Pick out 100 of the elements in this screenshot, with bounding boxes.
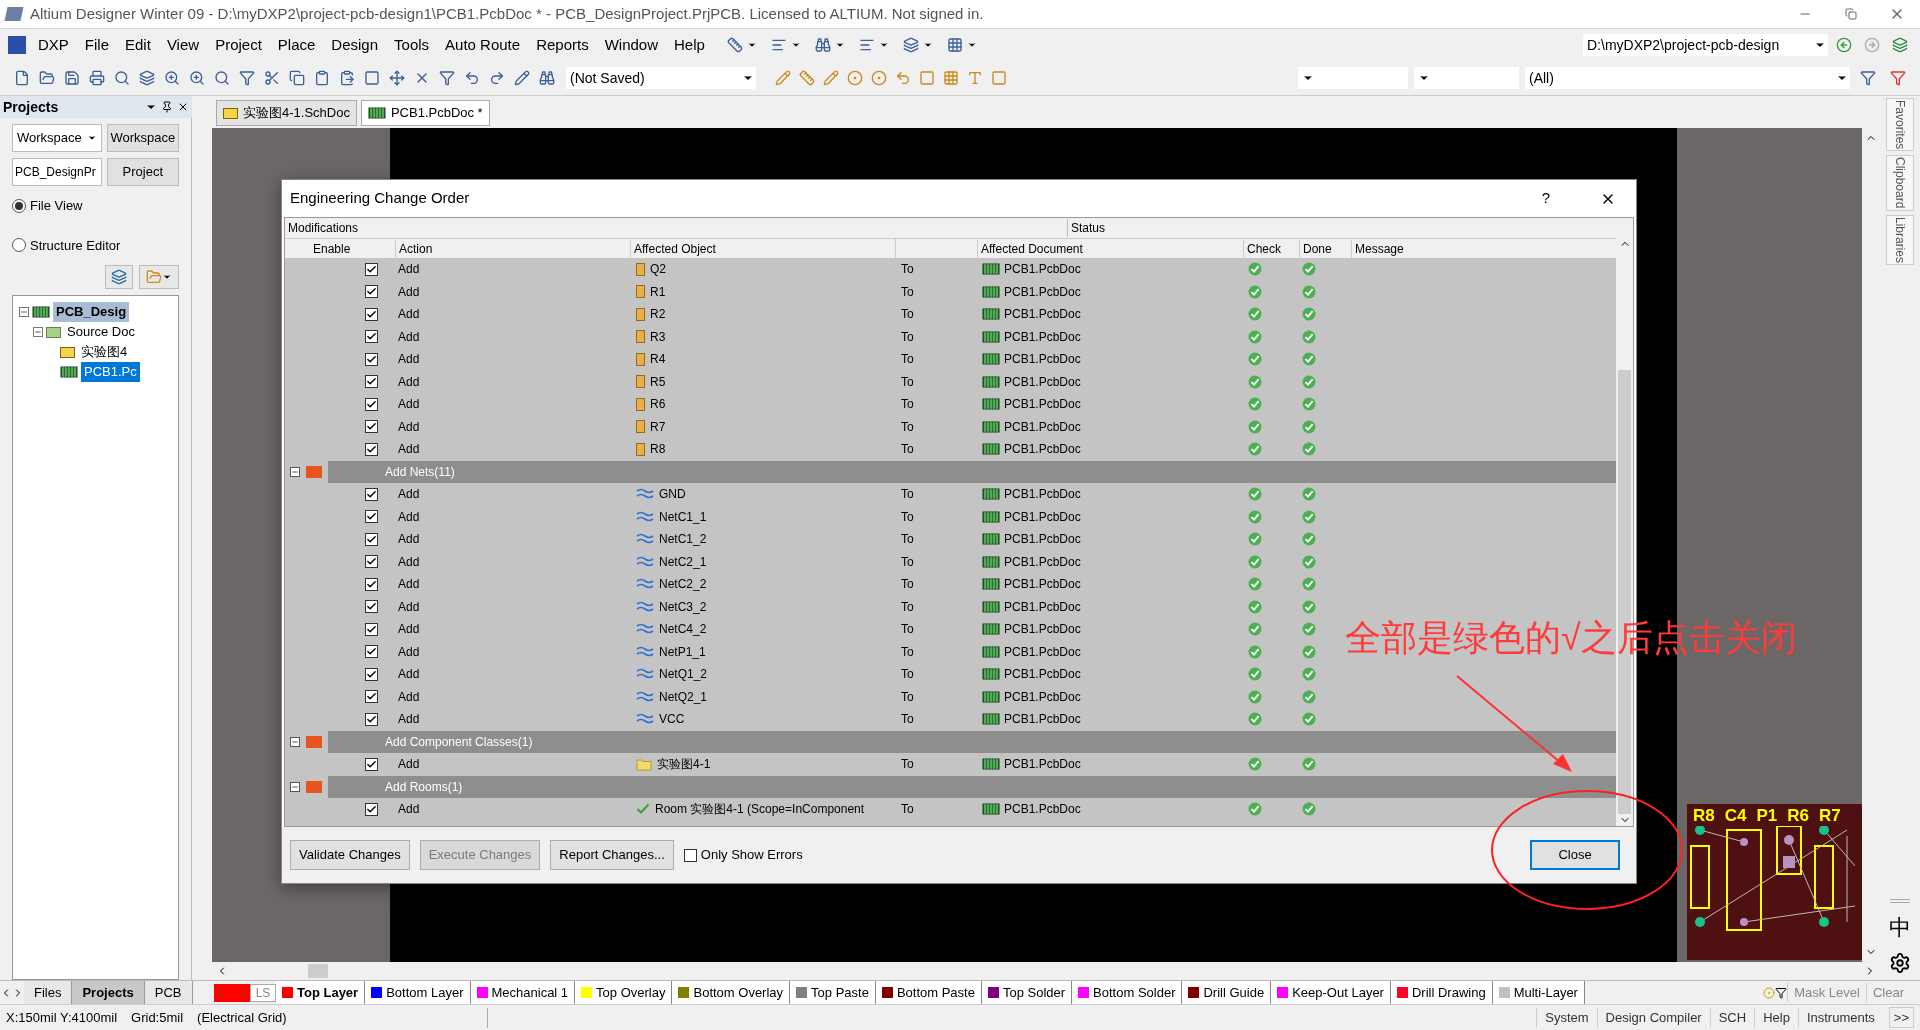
panel-tab[interactable]: Projects — [72, 981, 145, 1004]
enable-checkbox[interactable] — [365, 667, 378, 681]
project-field[interactable]: PCB_DesignPr — [12, 158, 102, 186]
caret-icon[interactable] — [922, 40, 933, 50]
layers-icon[interactable] — [139, 70, 155, 86]
menu-item[interactable]: DXP — [30, 33, 77, 57]
caret-icon[interactable] — [966, 40, 977, 50]
redo-icon[interactable] — [489, 70, 505, 86]
enable-checkbox[interactable] — [365, 690, 378, 704]
panel-button[interactable]: Instruments — [1797, 1007, 1883, 1028]
enable-checkbox[interactable] — [365, 532, 378, 546]
enable-checkbox[interactable] — [365, 645, 378, 659]
enable-checkbox[interactable] — [365, 307, 378, 321]
copy-icon[interactable] — [289, 70, 305, 86]
enable-checkbox[interactable] — [365, 555, 378, 569]
clear-filter-icon[interactable] — [1890, 70, 1906, 86]
dialog-button[interactable]: Validate Changes — [290, 840, 410, 870]
radio-button[interactable] — [12, 238, 26, 253]
column-header[interactable]: Done — [1299, 239, 1351, 258]
help-button[interactable]: ? — [1541, 187, 1550, 210]
layer-tab[interactable]: Mechanical 1 — [470, 981, 576, 1004]
collapse-toggle[interactable] — [19, 307, 29, 317]
collapse-toggle[interactable] — [290, 781, 300, 792]
workspace-dropdown[interactable]: Workspace — [12, 124, 102, 152]
caret-icon[interactable] — [746, 40, 757, 50]
column-header[interactable]: Enable — [310, 239, 395, 258]
settings-icon[interactable] — [1889, 952, 1911, 974]
filter-icon[interactable] — [1775, 986, 1788, 999]
caret-icon[interactable] — [790, 40, 801, 50]
current-layer-swatch[interactable] — [214, 983, 250, 1002]
enable-checkbox[interactable] — [365, 442, 378, 456]
filter-dropdown[interactable]: (All) — [1525, 67, 1850, 89]
clear-filter-icon[interactable] — [439, 70, 455, 86]
menu-item[interactable]: Tools — [386, 33, 438, 57]
document-tab[interactable]: PCB1.PcbDoc * — [360, 100, 490, 126]
radio-button[interactable] — [12, 198, 26, 213]
document-tab[interactable]: 实验图4-1.SchDoc — [216, 100, 357, 126]
align-icon[interactable] — [858, 37, 875, 53]
enable-checkbox[interactable] — [365, 375, 378, 389]
layer-tab[interactable]: Drill Drawing — [1390, 981, 1493, 1004]
enable-checkbox[interactable] — [365, 285, 378, 299]
layer-tab[interactable]: Top Overlay — [575, 981, 673, 1004]
more-button[interactable]: >> — [1888, 1006, 1914, 1029]
dialog-button[interactable]: Report Changes... — [550, 840, 674, 870]
panel-button[interactable]: Design Compiler — [1596, 1007, 1710, 1028]
print-icon[interactable] — [89, 70, 105, 86]
enable-checkbox[interactable] — [365, 757, 378, 771]
layers-icon[interactable] — [902, 37, 919, 53]
collapse-toggle[interactable] — [290, 736, 300, 747]
layer-tab[interactable]: Top Paste — [790, 981, 876, 1004]
column-header[interactable]: Action — [395, 239, 630, 258]
back-icon[interactable] — [1836, 37, 1852, 53]
select-icon[interactable] — [364, 70, 380, 86]
menu-item[interactable]: Project — [207, 33, 270, 57]
layer-tab[interactable]: Bottom Paste — [875, 981, 982, 1004]
binoculars-icon[interactable] — [539, 70, 555, 86]
close-icon[interactable] — [177, 101, 189, 113]
enable-checkbox[interactable] — [365, 262, 378, 276]
enable-checkbox[interactable] — [365, 577, 378, 591]
layer-tab[interactable]: Top Solder — [981, 981, 1073, 1004]
enable-checkbox[interactable] — [365, 487, 378, 501]
text-icon[interactable] — [967, 70, 983, 86]
menu-item[interactable]: Reports — [528, 33, 597, 57]
menu-item[interactable]: Help — [666, 33, 713, 57]
panel-tab[interactable]: PCB — [144, 981, 193, 1004]
caret-icon[interactable] — [834, 40, 845, 50]
scroll-thumb[interactable] — [308, 964, 328, 978]
path-dropdown[interactable]: D:\myDXP2\project-pcb-design — [1583, 34, 1828, 56]
binoculars-icon[interactable] — [814, 37, 831, 53]
checkbox[interactable] — [683, 848, 697, 862]
ruler-icon[interactable] — [726, 37, 743, 53]
enable-checkbox[interactable] — [365, 397, 378, 411]
menu-item[interactable]: Place — [269, 33, 324, 57]
column-header[interactable]: Affected Document — [977, 239, 1243, 258]
panel-button[interactable]: SCH — [1709, 1007, 1755, 1028]
via-icon[interactable] — [871, 70, 887, 86]
save-icon[interactable] — [64, 70, 80, 86]
menu-item[interactable]: Design — [323, 33, 387, 57]
zoom-icon[interactable] — [214, 70, 230, 86]
side-panel-tab[interactable]: Libraries — [1886, 214, 1914, 265]
layer-tab[interactable]: Top Layer — [276, 981, 366, 1004]
layer-tab[interactable]: Bottom Layer — [365, 981, 471, 1004]
layer-set-button[interactable]: LS — [250, 983, 276, 1002]
enable-checkbox[interactable] — [365, 600, 378, 614]
menu-item[interactable]: View — [158, 33, 208, 57]
layer-tab[interactable]: Bottom Overlay — [672, 981, 791, 1004]
enable-checkbox[interactable] — [365, 802, 378, 816]
enable-checkbox[interactable] — [365, 352, 378, 366]
enable-checkbox[interactable] — [365, 420, 378, 434]
new-file-icon[interactable] — [14, 70, 30, 86]
side-panel-tab[interactable]: Favorites — [1886, 98, 1914, 152]
open-folder-icon[interactable] — [39, 70, 55, 86]
layer-tab[interactable]: Drill Guide — [1182, 981, 1272, 1004]
menu-item[interactable]: Window — [596, 33, 667, 57]
undo-icon[interactable] — [464, 70, 480, 86]
side-panel-tab[interactable]: Clipboard — [1886, 155, 1914, 211]
close-button[interactable]: Close — [1530, 840, 1620, 870]
view-dropdown[interactable]: (Not Saved) — [566, 67, 756, 89]
grid-icon[interactable] — [946, 37, 963, 53]
pencil-icon[interactable] — [514, 70, 530, 86]
